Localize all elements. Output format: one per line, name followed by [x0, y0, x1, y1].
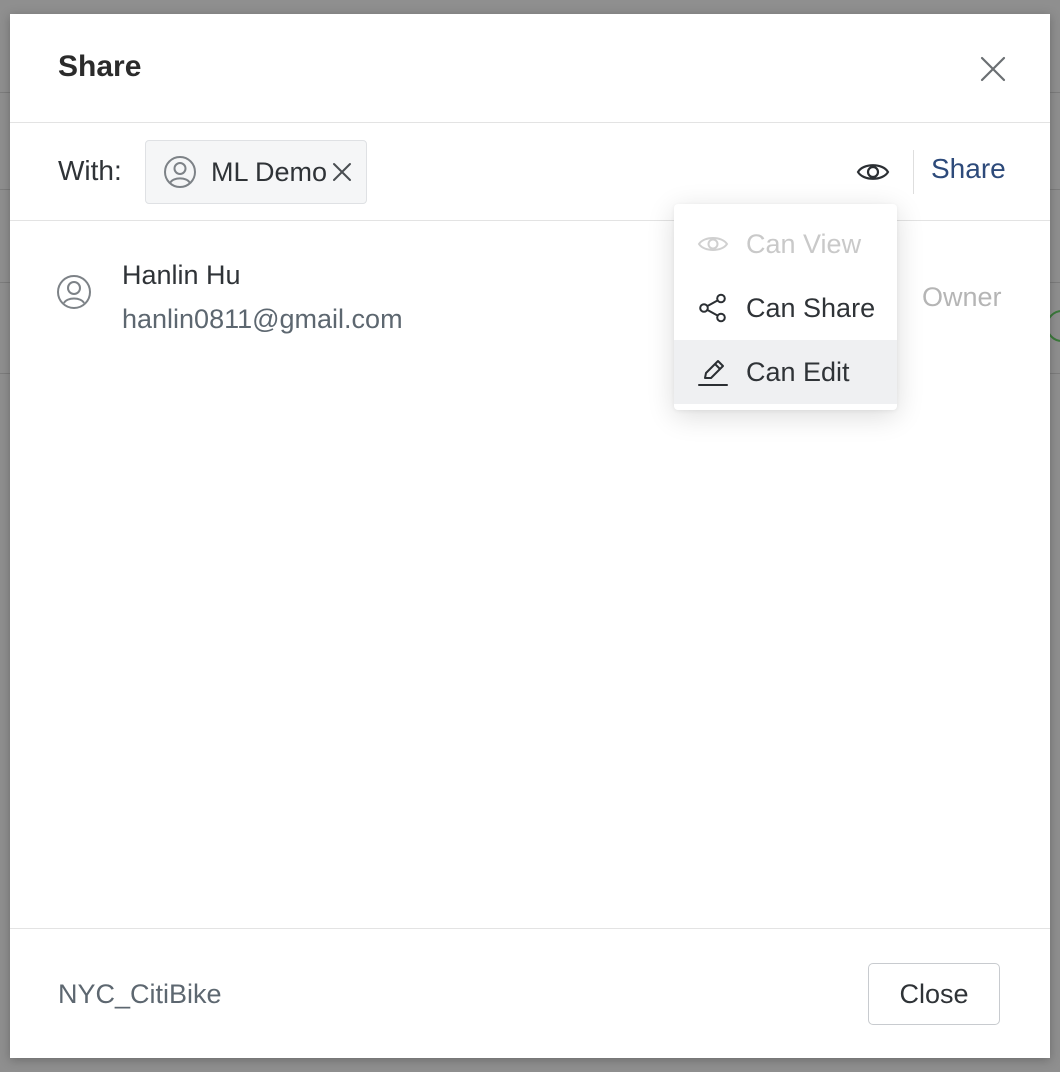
menu-item-can-share[interactable]: Can Share [674, 276, 897, 340]
dialog-title: Share [58, 50, 142, 83]
menu-item-label: Can Share [746, 293, 876, 323]
recipient-chip-label: ML Demo [211, 157, 328, 187]
member-role: Owner [922, 282, 1002, 312]
user-circle-icon [56, 274, 92, 310]
dialog-footer: NYC_CitiBike Close [10, 928, 1050, 1059]
eye-icon[interactable] [856, 155, 890, 189]
member-name: Hanlin Hu [122, 260, 241, 290]
permission-menu: Can View Can Share Can Edit [674, 204, 897, 410]
share-dialog: Share With: ML Demo Share Hanlin Hu hanl… [10, 14, 1050, 1058]
share-icon [697, 292, 729, 324]
close-icon[interactable] [976, 52, 1010, 86]
close-button[interactable]: Close [868, 963, 1000, 1025]
member-email: hanlin0811@gmail.com [122, 304, 403, 334]
divider [913, 150, 914, 194]
user-circle-icon [163, 155, 197, 189]
dialog-header: Share [10, 14, 1050, 123]
menu-item-can-view[interactable]: Can View [674, 212, 897, 276]
share-button[interactable]: Share [931, 153, 1006, 185]
remove-icon[interactable] [331, 161, 353, 183]
eye-icon [697, 228, 729, 260]
dataset-name: NYC_CitiBike [58, 979, 222, 1009]
pencil-icon [697, 356, 729, 388]
recipient-chip[interactable]: ML Demo [145, 140, 367, 204]
menu-item-label: Can Edit [746, 357, 850, 387]
menu-item-can-edit[interactable]: Can Edit [674, 340, 897, 404]
menu-item-label: Can View [746, 229, 862, 259]
share-with-label: With: [58, 155, 122, 186]
